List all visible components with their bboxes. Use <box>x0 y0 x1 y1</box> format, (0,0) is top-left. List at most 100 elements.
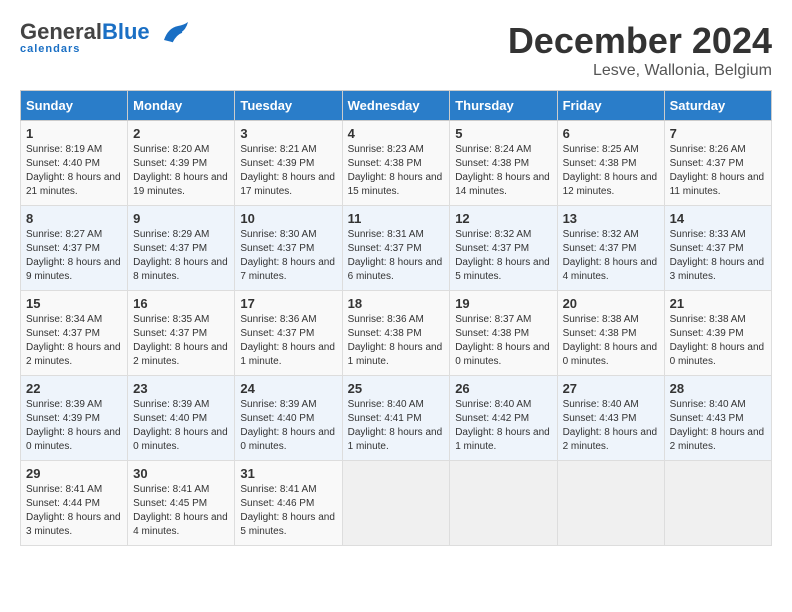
calendar-cell: 28Sunrise: 8:40 AMSunset: 4:43 PMDayligh… <box>664 376 771 461</box>
day-info: Sunrise: 8:35 AMSunset: 4:37 PMDaylight:… <box>133 313 229 369</box>
day-number: 29 <box>26 466 122 481</box>
day-number: 19 <box>455 296 551 311</box>
calendar-table: SundayMondayTuesdayWednesdayThursdayFrid… <box>20 90 772 546</box>
title-section: December 2024 Lesve, Wallonia, Belgium <box>508 20 772 80</box>
day-number: 20 <box>563 296 659 311</box>
day-info: Sunrise: 8:37 AMSunset: 4:38 PMDaylight:… <box>455 313 551 369</box>
day-number: 14 <box>670 211 766 226</box>
calendar-week-row: 29 Sunrise: 8:41 AMSunset: 4:44 PMDayligh… <box>21 461 772 546</box>
calendar-cell: 3 Sunrise: 8:21 AMSunset: 4:39 PMDaylight… <box>235 121 342 206</box>
day-number: 9 <box>133 211 229 226</box>
day-info: Sunrise: 8:30 AMSunset: 4:37 PMDaylight:… <box>240 228 336 284</box>
day-info: Sunrise: 8:31 AMSunset: 4:37 PMDaylight:… <box>348 228 445 284</box>
calendar-cell: 14 Sunrise: 8:33 AMSunset: 4:37 PMDayligh… <box>664 206 771 291</box>
day-info: Sunrise: 8:41 AMSunset: 4:45 PMDaylight:… <box>133 483 229 539</box>
day-info: Sunrise: 8:41 AMSunset: 4:44 PMDaylight:… <box>26 483 122 539</box>
day-info: Sunrise: 8:32 AMSunset: 4:37 PMDaylight:… <box>455 228 551 284</box>
day-info: Sunrise: 8:40 AMSunset: 4:42 PMDaylight:… <box>455 398 551 454</box>
day-info: Sunrise: 8:40 AMSunset: 4:41 PMDaylight:… <box>348 398 445 454</box>
bird-icon <box>154 20 190 55</box>
day-info: Sunrise: 8:21 AMSunset: 4:39 PMDaylight:… <box>240 143 336 199</box>
day-header-friday: Friday <box>557 91 664 121</box>
day-number: 11 <box>348 211 445 226</box>
logo: GeneralBlue calendars <box>20 20 190 55</box>
day-number: 23 <box>133 381 229 396</box>
page-header: GeneralBlue calendars December 2024 Lesv… <box>20 20 772 80</box>
calendar-cell: 18Sunrise: 8:36 AMSunset: 4:38 PMDayligh… <box>342 291 450 376</box>
calendar-cell: 29 Sunrise: 8:41 AMSunset: 4:44 PMDayligh… <box>21 461 128 546</box>
day-header-saturday: Saturday <box>664 91 771 121</box>
day-info: Sunrise: 8:38 AMSunset: 4:39 PMDaylight:… <box>670 313 766 369</box>
calendar-cell: 27 Sunrise: 8:40 AMSunset: 4:43 PMDayligh… <box>557 376 664 461</box>
day-number: 2 <box>133 126 229 141</box>
day-info: Sunrise: 8:19 AMSunset: 4:40 PMDaylight:… <box>26 143 122 199</box>
day-info: Sunrise: 8:36 AMSunset: 4:37 PMDaylight:… <box>240 313 336 369</box>
day-info: Sunrise: 8:32 AMSunset: 4:37 PMDaylight:… <box>563 228 659 284</box>
calendar-cell: 16 Sunrise: 8:35 AMSunset: 4:37 PMDayligh… <box>128 291 235 376</box>
day-number: 10 <box>240 211 336 226</box>
calendar-cell: 9 Sunrise: 8:29 AMSunset: 4:37 PMDaylight… <box>128 206 235 291</box>
calendar-header-row: SundayMondayTuesdayWednesdayThursdayFrid… <box>21 91 772 121</box>
day-number: 1 <box>26 126 122 141</box>
day-number: 16 <box>133 296 229 311</box>
day-number: 21 <box>670 296 766 311</box>
day-number: 26 <box>455 381 551 396</box>
calendar-cell: 1 Sunrise: 8:19 AMSunset: 4:40 PMDaylight… <box>21 121 128 206</box>
day-header-wednesday: Wednesday <box>342 91 450 121</box>
calendar-cell: 8 Sunrise: 8:27 AMSunset: 4:37 PMDaylight… <box>21 206 128 291</box>
calendar-cell: 5 Sunrise: 8:24 AMSunset: 4:38 PMDaylight… <box>450 121 557 206</box>
day-number: 15 <box>26 296 122 311</box>
calendar-cell: 23 Sunrise: 8:39 AMSunset: 4:40 PMDayligh… <box>128 376 235 461</box>
calendar-cell: 24 Sunrise: 8:39 AMSunset: 4:40 PMDayligh… <box>235 376 342 461</box>
day-number: 24 <box>240 381 336 396</box>
calendar-cell: 6 Sunrise: 8:25 AMSunset: 4:38 PMDaylight… <box>557 121 664 206</box>
calendar-cell: 2Sunrise: 8:20 AMSunset: 4:39 PMDaylight… <box>128 121 235 206</box>
day-number: 28 <box>670 381 766 396</box>
day-info: Sunrise: 8:41 AMSunset: 4:46 PMDaylight:… <box>240 483 336 539</box>
day-info: Sunrise: 8:39 AMSunset: 4:40 PMDaylight:… <box>240 398 336 454</box>
day-info: Sunrise: 8:34 AMSunset: 4:37 PMDaylight:… <box>26 313 122 369</box>
calendar-cell: 17Sunrise: 8:36 AMSunset: 4:37 PMDayligh… <box>235 291 342 376</box>
day-info: Sunrise: 8:24 AMSunset: 4:38 PMDaylight:… <box>455 143 551 199</box>
calendar-cell <box>664 461 771 546</box>
day-number: 13 <box>563 211 659 226</box>
month-title: December 2024 <box>508 20 772 62</box>
calendar-cell: 19 Sunrise: 8:37 AMSunset: 4:38 PMDayligh… <box>450 291 557 376</box>
calendar-cell: 12 Sunrise: 8:32 AMSunset: 4:37 PMDayligh… <box>450 206 557 291</box>
calendar-cell: 22 Sunrise: 8:39 AMSunset: 4:39 PMDayligh… <box>21 376 128 461</box>
calendar-cell: 7Sunrise: 8:26 AMSunset: 4:37 PMDaylight… <box>664 121 771 206</box>
day-number: 4 <box>348 126 445 141</box>
day-number: 6 <box>563 126 659 141</box>
day-number: 3 <box>240 126 336 141</box>
day-number: 8 <box>26 211 122 226</box>
day-info: Sunrise: 8:33 AMSunset: 4:37 PMDaylight:… <box>670 228 766 284</box>
day-info: Sunrise: 8:25 AMSunset: 4:38 PMDaylight:… <box>563 143 659 199</box>
calendar-cell: 31 Sunrise: 8:41 AMSunset: 4:46 PMDayligh… <box>235 461 342 546</box>
calendar-week-row: 15 Sunrise: 8:34 AMSunset: 4:37 PMDayligh… <box>21 291 772 376</box>
day-info: Sunrise: 8:36 AMSunset: 4:38 PMDaylight:… <box>348 313 445 369</box>
day-number: 27 <box>563 381 659 396</box>
calendar-cell: 15 Sunrise: 8:34 AMSunset: 4:37 PMDayligh… <box>21 291 128 376</box>
day-info: Sunrise: 8:29 AMSunset: 4:37 PMDaylight:… <box>133 228 229 284</box>
logo-text: GeneralBlue <box>20 21 150 43</box>
calendar-cell: 20Sunrise: 8:38 AMSunset: 4:38 PMDayligh… <box>557 291 664 376</box>
day-info: Sunrise: 8:39 AMSunset: 4:39 PMDaylight:… <box>26 398 122 454</box>
logo-tagline: calendars <box>20 43 150 55</box>
day-info: Sunrise: 8:23 AMSunset: 4:38 PMDaylight:… <box>348 143 445 199</box>
day-info: Sunrise: 8:39 AMSunset: 4:40 PMDaylight:… <box>133 398 229 454</box>
day-header-sunday: Sunday <box>21 91 128 121</box>
calendar-cell: 21 Sunrise: 8:38 AMSunset: 4:39 PMDayligh… <box>664 291 771 376</box>
calendar-cell: 4 Sunrise: 8:23 AMSunset: 4:38 PMDaylight… <box>342 121 450 206</box>
day-number: 12 <box>455 211 551 226</box>
location-text: Lesve, Wallonia, Belgium <box>508 62 772 80</box>
day-number: 22 <box>26 381 122 396</box>
calendar-cell <box>450 461 557 546</box>
day-number: 31 <box>240 466 336 481</box>
calendar-week-row: 22 Sunrise: 8:39 AMSunset: 4:39 PMDayligh… <box>21 376 772 461</box>
day-info: Sunrise: 8:40 AMSunset: 4:43 PMDaylight:… <box>563 398 659 454</box>
calendar-cell: 30Sunrise: 8:41 AMSunset: 4:45 PMDayligh… <box>128 461 235 546</box>
day-number: 7 <box>670 126 766 141</box>
day-number: 5 <box>455 126 551 141</box>
calendar-cell: 13 Sunrise: 8:32 AMSunset: 4:37 PMDayligh… <box>557 206 664 291</box>
day-info: Sunrise: 8:27 AMSunset: 4:37 PMDaylight:… <box>26 228 122 284</box>
